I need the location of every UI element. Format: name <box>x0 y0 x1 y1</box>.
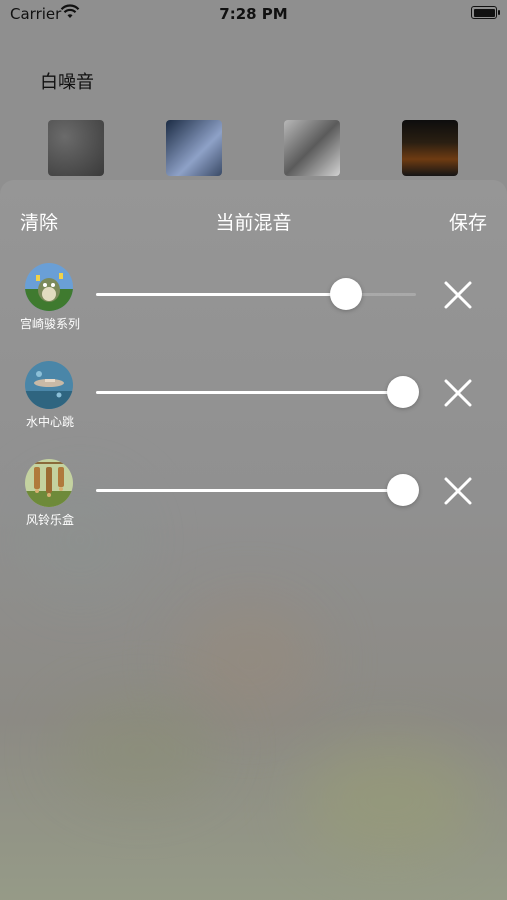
current-mix-panel: 当前混音 清除 保存 宫崎骏系列 水中心跳 风铃乐盒 <box>0 180 507 900</box>
noise-texture-thumbnail[interactable] <box>48 120 104 176</box>
track-cover <box>25 459 73 507</box>
status-bar: Carrier 7:28 PM <box>0 0 507 30</box>
white-noise-list <box>0 120 507 178</box>
oven-fire-thumbnail[interactable] <box>402 120 458 176</box>
mix-track-row: 宫崎骏系列 <box>0 263 507 343</box>
volume-slider[interactable] <box>96 278 416 310</box>
track-cover <box>25 361 73 409</box>
microscope-thumbnail[interactable] <box>284 120 340 176</box>
remove-track-icon[interactable] <box>442 475 474 507</box>
volume-slider-knob[interactable] <box>387 474 419 506</box>
volume-slider-knob[interactable] <box>387 376 419 408</box>
laptop-desk-thumbnail[interactable] <box>166 120 222 176</box>
track-label: 风铃乐盒 <box>25 513 74 527</box>
white-noise-title: 白噪音 <box>40 72 94 93</box>
clear-button[interactable]: 清除 <box>20 208 58 235</box>
track-label: 宫崎骏系列 <box>19 317 80 331</box>
mix-track-row: 风铃乐盒 <box>0 459 507 539</box>
track-label: 水中心跳 <box>25 415 74 429</box>
battery-icon <box>471 6 500 19</box>
volume-slider[interactable] <box>96 376 419 408</box>
save-button[interactable]: 保存 <box>449 208 487 235</box>
mix-track-row: 水中心跳 <box>0 361 507 441</box>
volume-slider-knob[interactable] <box>330 278 362 310</box>
remove-track-icon[interactable] <box>442 279 474 311</box>
volume-slider[interactable] <box>96 474 419 506</box>
status-time: 7:28 PM <box>219 5 288 23</box>
track-cover <box>25 263 73 311</box>
remove-track-icon[interactable] <box>442 377 474 409</box>
current-mix-title: 当前混音 <box>215 212 292 234</box>
